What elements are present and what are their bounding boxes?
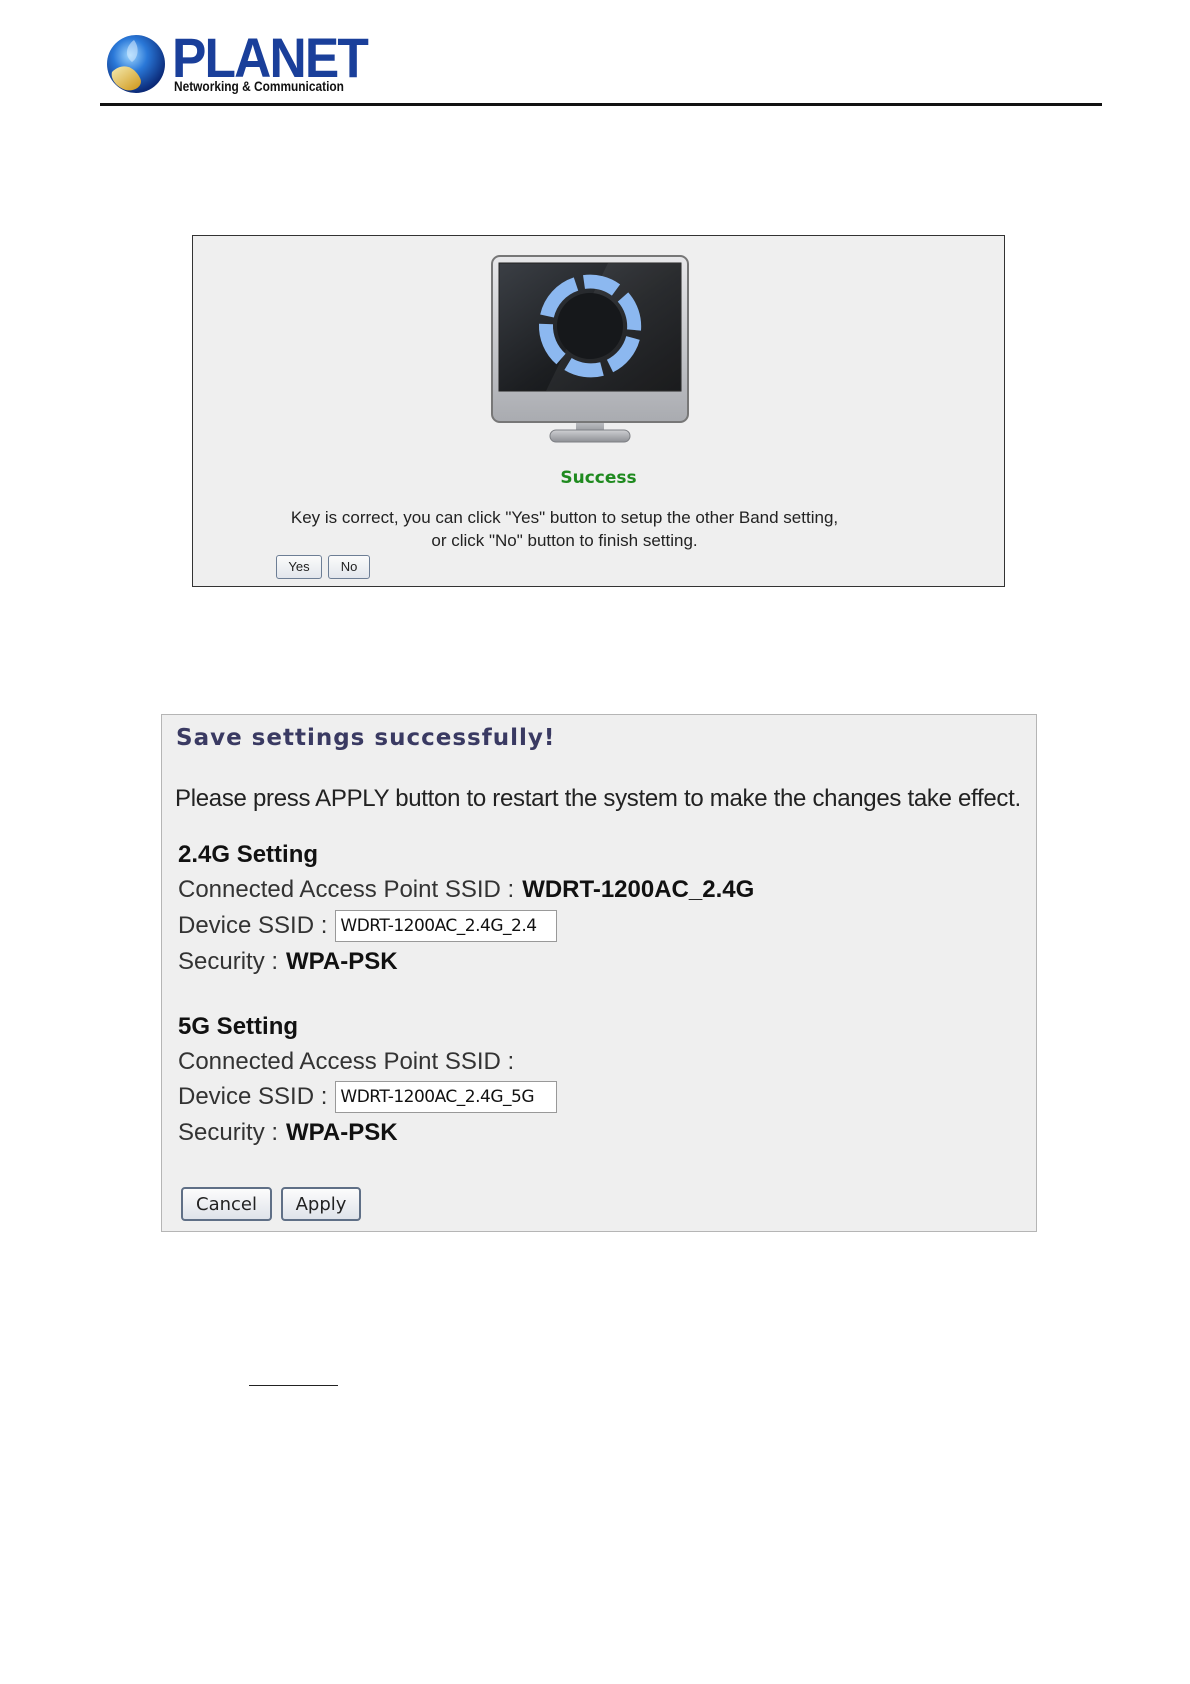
save-dialog-title: Save settings successfully! bbox=[176, 725, 556, 751]
yes-button[interactable]: Yes bbox=[276, 555, 322, 579]
connected-ssid-row-2-4g: Connected Access Point SSID : WDRT-1200A… bbox=[178, 873, 754, 907]
security-row-2-4g: Security : WPA-PSK bbox=[178, 945, 398, 979]
success-dialog: Success Key is correct, you can click "Y… bbox=[192, 235, 1005, 587]
device-ssid-input-5g[interactable] bbox=[335, 1081, 558, 1113]
cancel-button[interactable]: Cancel bbox=[181, 1187, 272, 1221]
success-message: Key is correct, you can click "Yes" butt… bbox=[253, 506, 876, 552]
device-ssid-input-2-4g[interactable] bbox=[335, 910, 558, 942]
underline-decoration bbox=[249, 1385, 338, 1386]
security-row-5g: Security : WPA-PSK bbox=[178, 1116, 398, 1150]
page-header: PLANET Networking & Communication bbox=[100, 24, 1102, 108]
security-label: Security : bbox=[178, 1119, 279, 1146]
apply-instruction: Please press APPLY button to restart the… bbox=[175, 785, 1021, 812]
apply-button[interactable]: Apply bbox=[281, 1187, 361, 1221]
connected-ssid-value: WDRT-1200AC_2.4G bbox=[522, 876, 755, 903]
success-message-line-1: Key is correct, you can click "Yes" butt… bbox=[290, 508, 839, 527]
device-ssid-row-2-4g: Device SSID : bbox=[178, 909, 558, 943]
device-ssid-label: Device SSID : bbox=[178, 1083, 328, 1110]
section-title-5g: 5G Setting bbox=[178, 1013, 299, 1040]
device-ssid-label: Device SSID : bbox=[178, 912, 328, 939]
brand-tagline: Networking & Communication bbox=[174, 78, 344, 94]
connected-ssid-row-5g: Connected Access Point SSID : bbox=[178, 1045, 522, 1079]
device-ssid-row-5g: Device SSID : bbox=[178, 1080, 558, 1114]
security-value: WPA-PSK bbox=[286, 1119, 398, 1146]
security-value: WPA-PSK bbox=[286, 948, 398, 975]
connected-ssid-label: Connected Access Point SSID : bbox=[178, 1048, 515, 1075]
header-divider bbox=[100, 103, 1102, 106]
no-button[interactable]: No bbox=[328, 555, 370, 579]
success-message-line-2: or click "No" button to finish setting. bbox=[431, 531, 698, 550]
monitor-icon bbox=[491, 255, 689, 443]
section-title-2-4g: 2.4G Setting bbox=[178, 841, 319, 868]
save-settings-dialog: Save settings successfully! Please press… bbox=[161, 714, 1037, 1232]
planet-globe-icon bbox=[107, 35, 165, 93]
success-title: Success bbox=[560, 468, 637, 488]
connected-ssid-label: Connected Access Point SSID : bbox=[178, 876, 515, 903]
security-label: Security : bbox=[178, 948, 279, 975]
